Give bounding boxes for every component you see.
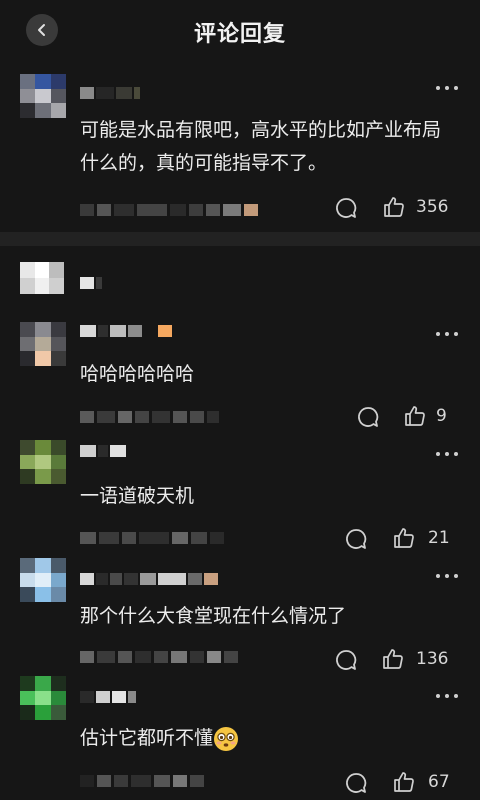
- reply-meta-blurred: [80, 531, 224, 545]
- reply-meta-blurred: [80, 410, 219, 424]
- top-bar: 评论回复: [0, 0, 480, 62]
- reply-text: 那个什么大食堂现在什么情况了: [80, 605, 347, 627]
- comment-bubble-icon[interactable]: [356, 405, 380, 429]
- username-blurred[interactable]: [80, 86, 140, 100]
- username-blurred[interactable]: [80, 572, 218, 586]
- reply-meta-blurred: [80, 774, 204, 788]
- username-blurred[interactable]: [80, 276, 102, 290]
- avatar[interactable]: [20, 558, 66, 602]
- like-count: 356: [416, 197, 449, 217]
- username-blurred[interactable]: [80, 690, 136, 704]
- thumbs-up-icon[interactable]: [382, 195, 406, 219]
- avatar[interactable]: [20, 74, 66, 118]
- page-title: 评论回复: [193, 22, 286, 47]
- thumbs-up-icon[interactable]: [392, 526, 416, 550]
- like-count: 67: [428, 772, 450, 792]
- more-options-button[interactable]: [428, 690, 458, 702]
- username-blurred[interactable]: [80, 324, 172, 338]
- more-options-button[interactable]: [428, 82, 458, 94]
- comment-bubble-icon[interactable]: [334, 196, 358, 220]
- username-blurred[interactable]: [80, 444, 126, 458]
- thumbs-up-icon[interactable]: [392, 770, 416, 794]
- reply-text: 哈哈哈哈哈哈: [80, 363, 195, 385]
- avatar[interactable]: [20, 322, 66, 366]
- comment-bubble-icon[interactable]: [344, 771, 368, 795]
- section-divider: [0, 232, 480, 246]
- comment-meta-blurred: [80, 203, 258, 217]
- more-options-button[interactable]: [428, 448, 458, 460]
- flushed-face-emoji: [214, 726, 239, 751]
- comment-bubble-icon[interactable]: [334, 648, 358, 672]
- like-count: 136: [416, 649, 449, 669]
- reply-text: 估计它都听不懂: [80, 722, 450, 755]
- reply-meta-blurred: [80, 650, 238, 664]
- avatar[interactable]: [20, 676, 66, 720]
- thumbs-up-icon[interactable]: [381, 647, 405, 671]
- thumbs-up-icon[interactable]: [403, 404, 427, 428]
- more-options-button[interactable]: [428, 570, 458, 582]
- reply-text-content: 估计它都听不懂: [80, 727, 214, 749]
- like-count: 21: [428, 528, 450, 548]
- comment-text: 可能是水品有限吧，高水平的比如产业布局什么的，真的可能指导不了。: [80, 119, 442, 174]
- avatar[interactable]: [20, 440, 66, 484]
- more-options-button[interactable]: [428, 328, 458, 340]
- like-count: 9: [436, 406, 447, 426]
- reply-text: 一语道破天机: [80, 485, 195, 507]
- comment-bubble-icon[interactable]: [344, 527, 368, 551]
- avatar[interactable]: [20, 262, 64, 294]
